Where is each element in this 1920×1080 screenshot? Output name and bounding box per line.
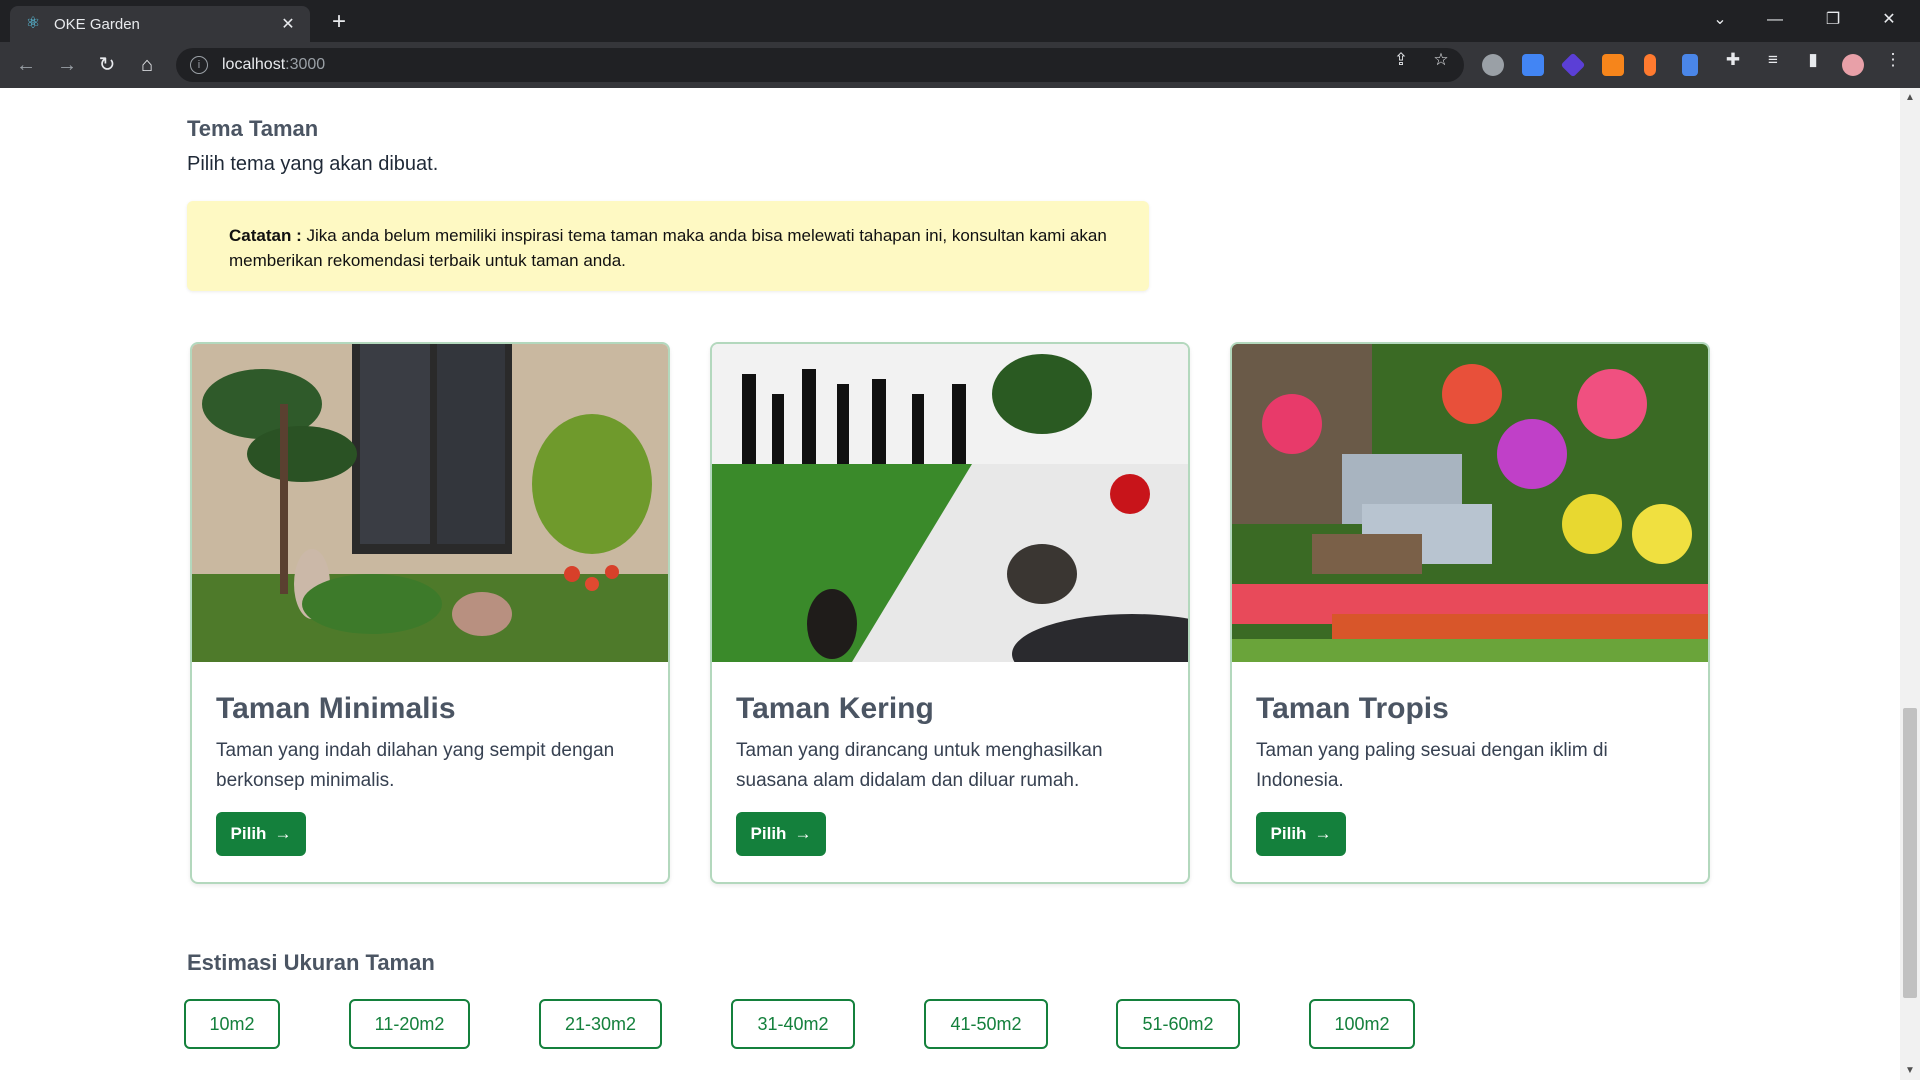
size-option-100m2[interactable]: 100m2 <box>1309 999 1415 1049</box>
card-description: Taman yang dirancang untuk menghasilkan … <box>736 740 1103 791</box>
react-icon: ⚛ <box>25 15 41 32</box>
minimize-button[interactable]: — <box>1760 6 1790 34</box>
scroll-thumb[interactable] <box>1903 708 1917 998</box>
back-icon[interactable]: ← <box>12 51 40 79</box>
theme-card-minimalis: Taman Minimalis Taman yang indah dilahan… <box>190 342 670 884</box>
arrow-right-icon: → <box>794 824 812 843</box>
size-option-31-40m2[interactable]: 31-40m2 <box>731 999 855 1049</box>
tab-title: OKE Garden <box>54 15 140 33</box>
scroll-down-icon[interactable]: ▼ <box>1904 1065 1916 1076</box>
extension-icon[interactable] <box>1560 52 1586 78</box>
note-body: Jika anda belum memiliki inspirasi tema … <box>229 226 1107 270</box>
new-tab-button[interactable]: + <box>325 8 353 36</box>
reload-icon[interactable]: ↻ <box>93 51 121 79</box>
page-content: Tema Taman Pilih tema yang akan dibuat. … <box>0 88 1900 1080</box>
button-label: Pilih <box>750 824 787 843</box>
puzzle-extensions-icon[interactable]: ✚ <box>1722 50 1744 70</box>
menu-kebab-icon[interactable]: ⋮ <box>1882 50 1904 70</box>
site-info-icon[interactable]: i <box>190 56 208 74</box>
extension-icon[interactable] <box>1482 54 1504 76</box>
extension-icon[interactable] <box>1682 54 1698 76</box>
card-title: Taman Minimalis <box>216 692 456 725</box>
card-title: Taman Kering <box>736 692 934 725</box>
share-icon[interactable]: ⇪ <box>1390 50 1412 70</box>
profile-avatar[interactable] <box>1842 54 1864 76</box>
browser-tabstrip: ⚛ OKE Garden ✕ + ⌄ — ❐ ✕ <box>0 0 1920 42</box>
media-control-icon[interactable]: ≡ <box>1762 50 1784 70</box>
button-label: Pilih <box>1270 824 1307 843</box>
size-option-21-30m2[interactable]: 21-30m2 <box>539 999 662 1049</box>
size-option-11-20m2[interactable]: 11-20m2 <box>349 999 470 1049</box>
garden-kering-image <box>712 344 1188 662</box>
pilih-button-minimalis[interactable]: Pilih → <box>216 812 306 856</box>
scroll-up-icon[interactable]: ▲ <box>1904 92 1916 103</box>
pilih-button-tropis[interactable]: Pilih → <box>1256 812 1346 856</box>
size-option-10m2[interactable]: 10m2 <box>184 999 280 1049</box>
button-label: Pilih <box>230 824 267 843</box>
extension-icon[interactable] <box>1644 54 1656 76</box>
card-title: Taman Tropis <box>1256 692 1449 725</box>
pilih-button-kering[interactable]: Pilih → <box>736 812 826 856</box>
url-host: localhost <box>222 56 286 73</box>
side-panel-icon[interactable]: ▮ <box>1802 50 1824 70</box>
size-section-title: Estimasi Ukuran Taman <box>187 950 435 975</box>
card-description: Taman yang paling sesuai dengan iklim di… <box>1256 740 1608 791</box>
bookmark-star-icon[interactable]: ☆ <box>1430 50 1452 70</box>
note-label: Catatan : <box>229 226 302 245</box>
close-tab-icon[interactable]: ✕ <box>276 14 300 34</box>
address-bar[interactable]: i localhost:3000 <box>176 48 1464 82</box>
page-scrollbar[interactable]: ▲ ▼ <box>1900 88 1920 1080</box>
browser-tab[interactable]: ⚛ OKE Garden ✕ <box>10 6 310 42</box>
restore-button[interactable]: ❐ <box>1818 6 1848 34</box>
garden-tropis-image <box>1232 344 1708 662</box>
url-port: :3000 <box>285 56 326 73</box>
size-option-41-50m2[interactable]: 41-50m2 <box>924 999 1048 1049</box>
translate-extension-icon[interactable] <box>1522 54 1544 76</box>
theme-card-kering: Taman Kering Taman yang dirancang untuk … <box>710 342 1190 884</box>
garden-minimalis-image <box>192 344 668 662</box>
theme-section-title: Tema Taman <box>187 116 319 141</box>
metamask-icon[interactable] <box>1602 54 1624 76</box>
forward-icon[interactable]: → <box>53 51 81 79</box>
theme-section-subtitle: Pilih tema yang akan dibuat. <box>187 153 439 175</box>
size-option-51-60m2[interactable]: 51-60m2 <box>1116 999 1240 1049</box>
note-text: Catatan : Jika anda belum memiliki inspi… <box>229 223 1129 273</box>
tab-search-icon[interactable]: ⌄ <box>1705 6 1735 34</box>
browser-toolbar: ← → ↻ ⌂ i localhost:3000 ⇪ ☆ ✚ ≡ ▮ ⋮ <box>0 42 1920 88</box>
theme-card-tropis: Taman Tropis Taman yang paling sesuai de… <box>1230 342 1710 884</box>
close-window-button[interactable]: ✕ <box>1874 6 1904 34</box>
arrow-right-icon: → <box>1314 824 1332 843</box>
note-box: Catatan : Jika anda belum memiliki inspi… <box>187 201 1149 291</box>
arrow-right-icon: → <box>274 824 292 843</box>
card-description: Taman yang indah dilahan yang sempit den… <box>216 740 615 791</box>
home-icon[interactable]: ⌂ <box>133 51 161 79</box>
